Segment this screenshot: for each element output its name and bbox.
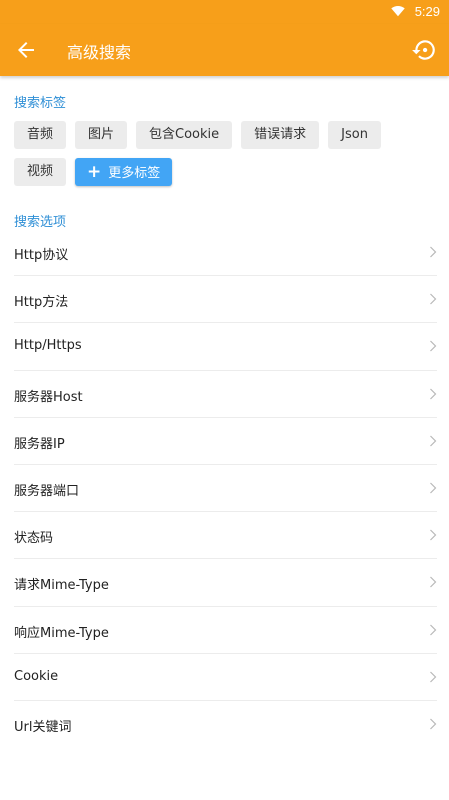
option-http-method[interactable]: Http方法 xyxy=(14,276,437,324)
tag-has-cookie[interactable]: 包含Cookie xyxy=(136,121,233,149)
tag-row: 音频 图片 包含Cookie 错误请求 Json xyxy=(14,121,439,149)
tag-audio[interactable]: 音频 xyxy=(14,121,67,149)
option-server-host[interactable]: 服务器Host xyxy=(14,371,437,418)
chevron-right-icon xyxy=(430,340,437,352)
chevron-right-icon xyxy=(430,718,437,730)
option-label: Http/Https xyxy=(14,338,82,354)
chevron-right-icon xyxy=(430,624,437,635)
option-label: Http协议 xyxy=(14,248,69,263)
chevron-right-icon xyxy=(430,576,437,588)
wifi-icon xyxy=(391,5,405,17)
chevron-right-icon xyxy=(430,388,437,399)
chevron-right-icon xyxy=(430,293,437,305)
chevron-right-icon xyxy=(430,529,437,541)
tag-json[interactable]: Json xyxy=(328,121,381,149)
tags-section-title: 搜索标签 xyxy=(14,96,67,111)
tag-row: 视频 + 更多标签 xyxy=(14,158,439,186)
more-tags-label: 更多标签 xyxy=(108,166,161,181)
option-label: 状态码 xyxy=(14,531,54,547)
option-http-protocol[interactable]: Http协议 xyxy=(14,229,437,277)
page-title: 高级搜索 xyxy=(67,43,132,62)
option-cookie[interactable]: Cookie xyxy=(14,654,437,701)
app-bar: 高级搜索 xyxy=(0,24,449,76)
tag-image[interactable]: 图片 xyxy=(75,121,128,149)
option-server-port[interactable]: 服务器端口 xyxy=(14,465,437,513)
search-options-list: Http协议 Http方法 Http/Https 服务器Host 服务器IP 服… xyxy=(0,229,449,748)
option-url-keyword[interactable]: Url关键词 xyxy=(14,701,437,748)
option-label: 服务器端口 xyxy=(14,483,80,499)
status-bar: 5:29 xyxy=(0,0,449,24)
chevron-right-icon xyxy=(430,246,437,258)
option-label: 服务器IP xyxy=(14,436,65,452)
tag-video[interactable]: 视频 xyxy=(14,158,67,186)
option-request-mime-type[interactable]: 请求Mime-Type xyxy=(14,559,437,607)
option-label: Http方法 xyxy=(14,295,69,311)
option-status-code[interactable]: 状态码 xyxy=(14,512,437,560)
option-label: Cookie xyxy=(14,668,59,684)
option-label: 服务器Host xyxy=(14,389,83,405)
option-label: Url关键词 xyxy=(14,719,72,735)
chevron-right-icon xyxy=(430,482,437,494)
option-label: 请求Mime-Type xyxy=(14,578,109,594)
option-http-https[interactable]: Http/Https xyxy=(14,323,437,371)
option-label: 响应Mime-Type xyxy=(14,625,109,641)
status-time: 5:29 xyxy=(414,4,440,19)
option-server-ip[interactable]: 服务器IP xyxy=(14,418,437,465)
options-section-title: 搜索选项 xyxy=(14,215,67,230)
chevron-right-icon xyxy=(430,435,437,447)
tag-error-request[interactable]: 错误请求 xyxy=(241,121,320,149)
plus-icon: + xyxy=(87,162,102,182)
more-tags-button[interactable]: + 更多标签 xyxy=(75,158,173,186)
chevron-right-icon xyxy=(430,671,437,683)
arrow-left-icon[interactable] xyxy=(14,38,38,62)
history-reset-icon[interactable] xyxy=(411,37,437,63)
tag-list: 音频 图片 包含Cookie 错误请求 Json 视频 + 更多标签 xyxy=(14,121,439,195)
option-response-mime-type[interactable]: 响应Mime-Type xyxy=(14,607,437,654)
